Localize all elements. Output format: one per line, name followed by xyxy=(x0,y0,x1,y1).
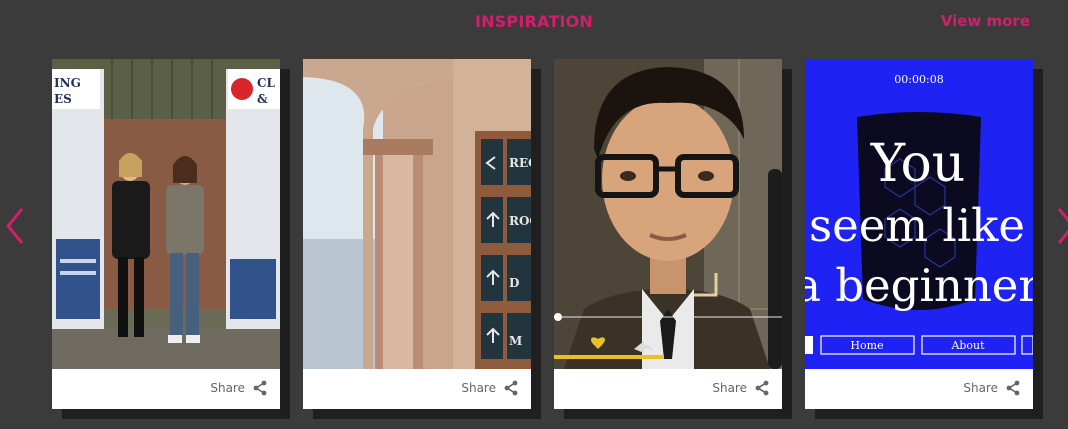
inspiration-card-4[interactable]: 00:00:08 You seem like a beginner Home A… xyxy=(805,59,1033,409)
card-footer: Share xyxy=(52,369,280,409)
inspiration-card-2[interactable]: REC ROO D M Share xyxy=(303,59,531,409)
card-footer: Share xyxy=(303,369,531,409)
svg-text:REC: REC xyxy=(509,156,531,170)
header-title: INSPIRATION xyxy=(474,12,594,31)
svg-text:ING: ING xyxy=(54,76,81,90)
view-more-link[interactable]: View more xyxy=(941,12,1030,30)
share-label: Share xyxy=(461,381,496,395)
share-label: Share xyxy=(963,381,998,395)
chevron-right-icon[interactable] xyxy=(1055,205,1068,247)
inspiration-card-1[interactable]: ING ES CL & Share xyxy=(52,59,280,409)
svg-text:&: & xyxy=(257,92,268,106)
svg-text:ROO: ROO xyxy=(509,214,531,228)
share-button[interactable]: Share xyxy=(963,380,1021,396)
svg-text:ES: ES xyxy=(54,92,72,106)
inspiration-card-3[interactable]: Share xyxy=(554,59,782,409)
poster-line-3: a beginner xyxy=(805,259,1033,312)
card-image-arch-signs: REC ROO D M xyxy=(303,59,531,369)
card-image-man-glasses xyxy=(554,59,782,369)
share-button[interactable]: Share xyxy=(712,380,770,396)
card-image-clothing-bins: ING ES CL & xyxy=(52,59,280,369)
video-timer: 00:00:08 xyxy=(894,73,943,86)
share-icon xyxy=(1006,380,1020,396)
poster-nav-about: About xyxy=(950,339,985,352)
card-footer: Share xyxy=(805,369,1033,409)
poster-line-2: seem like xyxy=(809,199,1025,252)
svg-text:CL: CL xyxy=(257,76,276,90)
share-icon xyxy=(504,380,518,396)
chevron-left-icon[interactable] xyxy=(4,205,26,247)
card-image-beginner-poster: 00:00:08 You seem like a beginner Home A… xyxy=(805,59,1033,369)
share-button[interactable]: Share xyxy=(461,380,519,396)
svg-text:D: D xyxy=(509,276,519,290)
share-icon xyxy=(253,380,267,396)
poster-nav-home: Home xyxy=(850,339,883,352)
share-label: Share xyxy=(712,381,747,395)
poster-line-1: You xyxy=(870,134,966,194)
svg-text:M: M xyxy=(509,334,522,348)
share-button[interactable]: Share xyxy=(210,380,268,396)
share-icon xyxy=(755,380,769,396)
share-label: Share xyxy=(210,381,245,395)
card-footer: Share xyxy=(554,369,782,409)
